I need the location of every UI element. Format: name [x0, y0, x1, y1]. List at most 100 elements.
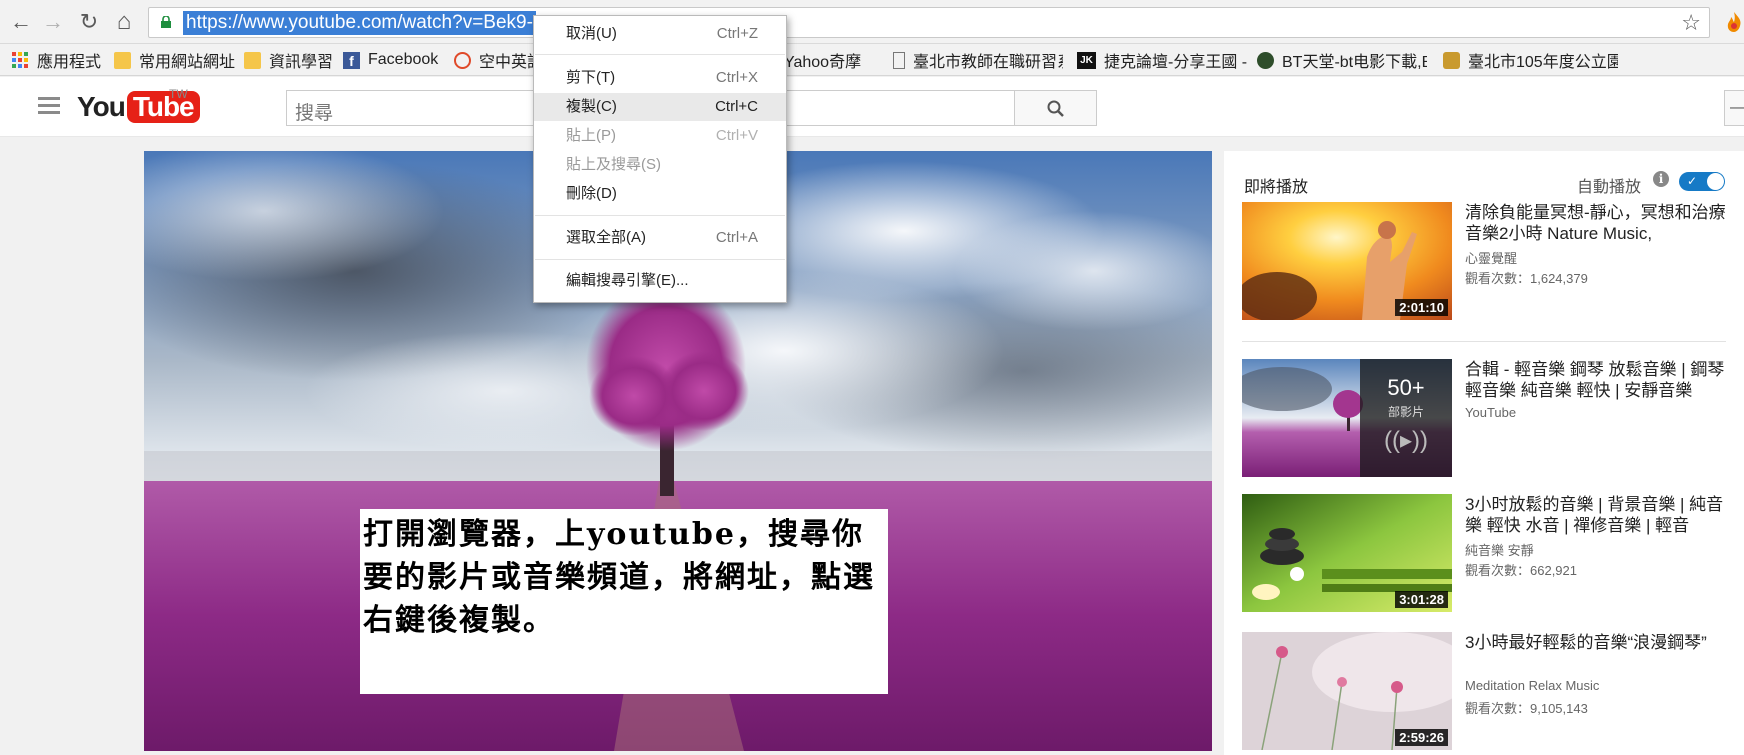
mix-play-icon: ((▸)) [1383, 427, 1428, 454]
logo-you: You [77, 91, 126, 122]
bookmark-folder-common[interactable]: 常用網站網址 [114, 49, 235, 71]
menu-item-label: 取消(U) [566, 25, 617, 42]
duration-badge: 3:01:28 [1395, 591, 1448, 608]
menu-item-paste[interactable]: 貼上(P) Ctrl+V [534, 122, 786, 150]
info-icon[interactable]: i [1653, 171, 1669, 187]
menu-item-paste-and-search[interactable]: 貼上及搜尋(S) [534, 151, 786, 179]
divider [1242, 341, 1726, 342]
bookmark-label: Facebook [368, 51, 439, 68]
bookmark-taipei-teacher[interactable]: 臺北市教師在職研習系 [893, 49, 1063, 71]
site-icon [454, 51, 471, 69]
bookmark-apps[interactable]: 應用程式 [12, 49, 101, 71]
card-views: 觀看次數：662,921 [1465, 563, 1577, 578]
menu-item-label: 選取全部(A) [566, 229, 646, 246]
upload-button-partial[interactable]: — [1724, 90, 1744, 126]
playlist-card[interactable]: 50+ 部影片 ((▸)) 合輯 - 輕音樂 鋼琴 放鬆音樂 | 鋼琴輕音樂 純… [1242, 359, 1742, 479]
menu-item-cut[interactable]: 剪下(T) Ctrl+X [534, 64, 786, 92]
video-thumbnail[interactable]: 3:01:28 [1242, 494, 1452, 612]
card-channel[interactable]: 心靈覺醒 [1465, 248, 1517, 267]
autoplay-toggle[interactable]: ✓ [1679, 172, 1725, 191]
up-next-title: 即將播放 [1244, 179, 1309, 196]
menu-item-label: 貼上及搜尋(S) [566, 156, 661, 173]
bookmark-label: 資訊學習 [269, 54, 334, 71]
bookmark-studio-classroom[interactable]: 空中英語 [454, 49, 534, 71]
bookmarks-bar: 應用程式 常用網站網址 資訊學習 f Facebook 空中英語 Yahoo奇摩… [0, 44, 1744, 76]
youtube-logo[interactable]: You Tube TW [77, 87, 200, 125]
menu-item-shortcut: Ctrl+V [715, 127, 758, 144]
menu-item-shortcut: Ctrl+X [715, 69, 758, 86]
menu-separator [535, 259, 785, 260]
bookmark-label: 臺北市教師在職研習系 [913, 54, 1063, 71]
video-card[interactable]: 2:01:10 清除負能量冥想-靜心，冥想和治療音樂2小時 Nature Mus… [1242, 202, 1742, 322]
bookmark-bt-heaven[interactable]: BT天堂-bt电影下載,B [1257, 49, 1427, 71]
menu-separator [535, 54, 785, 55]
card-channel[interactable]: Meditation Relax Music [1465, 678, 1599, 693]
facebook-icon: f [343, 51, 360, 69]
bookmark-facebook[interactable]: f Facebook [343, 49, 438, 71]
card-channel[interactable]: YouTube [1465, 405, 1516, 420]
bookmark-label: BT天堂-bt电影下載,B [1282, 54, 1427, 71]
playlist-label: 部影片 [1387, 405, 1424, 419]
jk-icon: JK [1077, 51, 1096, 69]
home-icon[interactable]: ⌂ [111, 9, 137, 35]
card-views: 觀看次數：1,624,379 [1465, 271, 1588, 286]
bookmark-label: 捷克論壇-分享王國 - [1104, 54, 1248, 71]
context-menu: 取消(U) Ctrl+Z 剪下(T) Ctrl+X 複製(C) Ctrl+C 貼… [533, 15, 787, 303]
reload-icon[interactable]: ↻ [76, 9, 102, 35]
up-next-sidebar: 即將播放 自動播放 i ✓ 2:01:10 清除負能量冥想-靜心，冥想和治療音樂… [1224, 151, 1744, 755]
folder-icon [114, 51, 131, 69]
bookmark-taipei-kindergarten[interactable]: 臺北市105年度公立園 [1443, 49, 1618, 71]
search-button[interactable] [1014, 90, 1097, 126]
menu-icon[interactable] [38, 97, 60, 115]
playlist-count: 50+ [1387, 375, 1425, 400]
video-thumbnail[interactable]: 2:01:10 [1242, 202, 1452, 320]
extension-flame-icon[interactable] [1724, 11, 1744, 33]
video-thumbnail[interactable]: 2:59:26 [1242, 632, 1452, 750]
bookmark-label: 應用程式 [37, 54, 102, 71]
forward-icon[interactable]: → [40, 9, 66, 35]
menu-item-undo[interactable]: 取消(U) Ctrl+Z [534, 20, 786, 48]
autoplay-label: 自動播放 [1577, 179, 1642, 196]
address-text-selected[interactable]: https://www.youtube.com/watch?v=Bek9- [183, 11, 536, 35]
card-title[interactable]: 清除負能量冥想-靜心，冥想和治療音樂2小時 Nature Music, [1465, 202, 1735, 244]
menu-separator [535, 215, 785, 216]
video-card[interactable]: 2:59:26 3小時最好輕鬆的音樂“浪漫鋼琴” Meditation Rela… [1242, 632, 1742, 752]
bookmark-label: Yahoo奇摩 [784, 54, 862, 71]
search-icon [1047, 100, 1064, 117]
youtube-masthead: You Tube TW 搜尋 — [0, 77, 1744, 137]
video-card[interactable]: 3:01:28 3小时放鬆的音樂 | 背景音樂 | 純音樂 輕快 水音 | 禪修… [1242, 494, 1742, 614]
playlist-overlay: 50+ 部影片 ((▸)) [1360, 359, 1452, 477]
card-title[interactable]: 3小時最好輕鬆的音樂“浪漫鋼琴” [1465, 632, 1735, 653]
menu-item-label: 複製(C) [566, 98, 617, 115]
bt-icon [1257, 51, 1274, 69]
menu-item-select-all[interactable]: 選取全部(A) Ctrl+A [534, 224, 786, 252]
card-views: 觀看次數：9,105,143 [1465, 701, 1588, 716]
screen: ← → ↻ ⌂ https://www.youtube.com/watch?v=… [0, 0, 1744, 755]
bookmark-yahoo[interactable]: Yahoo奇摩 [770, 49, 862, 71]
card-title[interactable]: 合輯 - 輕音樂 鋼琴 放鬆音樂 | 鋼琴輕音樂 純音樂 輕快 | 安靜音樂 [1465, 359, 1735, 401]
folder-icon [244, 51, 261, 69]
bookmark-jk-forum[interactable]: JK 捷克論壇-分享王國 - [1077, 49, 1247, 71]
video-thumbnail[interactable]: 50+ 部影片 ((▸)) [1242, 359, 1452, 477]
menu-item-label: 編輯搜尋引擎(E)... [566, 272, 689, 289]
menu-item-edit-search-engines[interactable]: 編輯搜尋引擎(E)... [534, 267, 786, 295]
card-title[interactable]: 3小时放鬆的音樂 | 背景音樂 | 純音樂 輕快 水音 | 禪修音樂 | 輕音 [1465, 494, 1735, 536]
logo-tube: Tube [126, 91, 200, 123]
bookmark-folder-info[interactable]: 資訊學習 [244, 49, 333, 71]
bookmark-label: 臺北市105年度公立園 [1468, 54, 1618, 71]
card-channel[interactable]: 純音樂 安靜 [1465, 540, 1534, 559]
region-code: TW [169, 87, 188, 101]
back-icon[interactable]: ← [8, 9, 34, 35]
bookmark-label: 空中英語 [479, 54, 534, 71]
menu-item-label: 刪除(D) [566, 185, 617, 202]
check-icon: ✓ [1687, 174, 1698, 188]
menu-item-delete[interactable]: 刪除(D) [534, 180, 786, 208]
lock-icon [161, 16, 171, 28]
caption-text: 打開瀏覽器，上youtube，搜尋你要的影片或音樂頻道，將網址，點選右鍵後複製。 [363, 517, 875, 638]
menu-item-copy[interactable]: 複製(C) Ctrl+C [534, 93, 786, 121]
address-bar[interactable]: https://www.youtube.com/watch?v=Bek9- ☆ [148, 7, 1710, 38]
duration-badge: 2:59:26 [1395, 729, 1448, 746]
bookmark-star-icon[interactable]: ☆ [1681, 10, 1701, 36]
menu-item-label: 貼上(P) [566, 127, 616, 144]
bookmark-label: 常用網站網址 [139, 54, 236, 71]
